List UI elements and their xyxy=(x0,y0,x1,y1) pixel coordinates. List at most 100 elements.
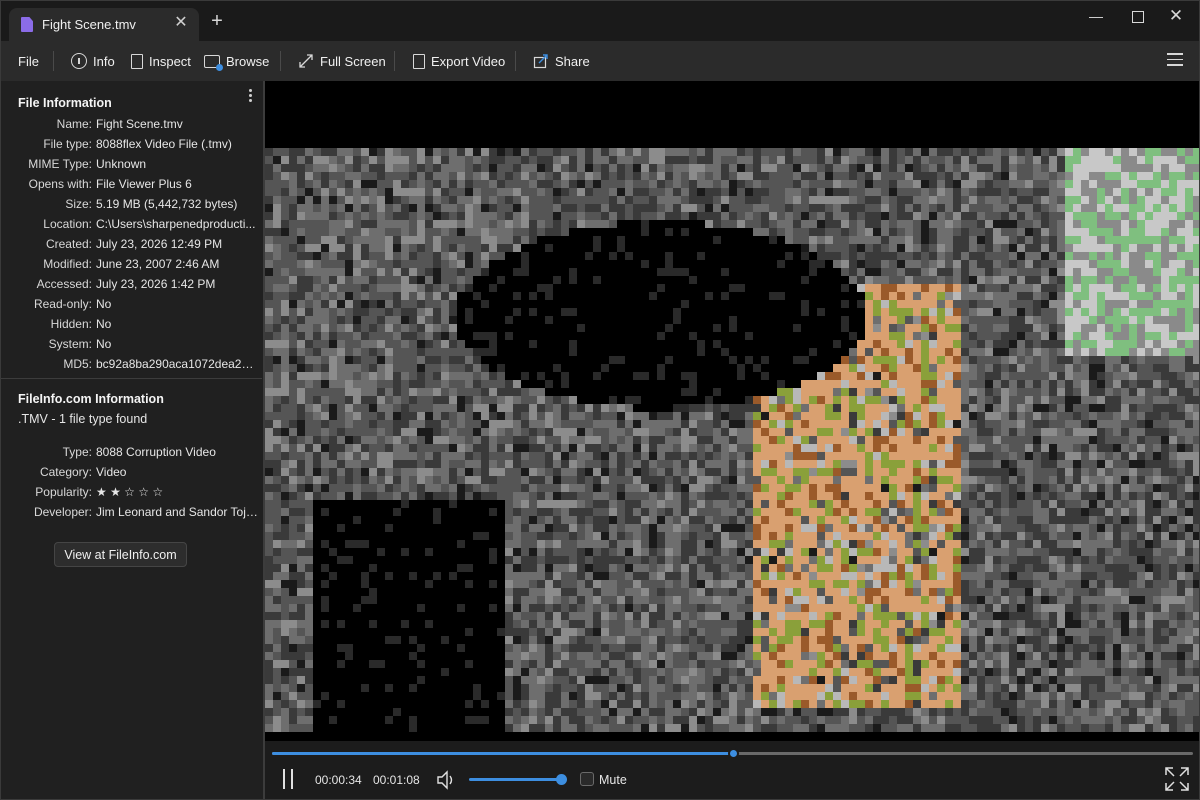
info-key: Name: xyxy=(56,117,92,131)
more-options-icon[interactable] xyxy=(247,89,253,105)
info-value: ★ ★ ☆ ☆ ☆ xyxy=(96,485,164,499)
file-tab[interactable]: Fight Scene.tmv ✕ xyxy=(9,8,199,41)
info-value: 5.19 MB (5,442,732 bytes) xyxy=(96,197,238,211)
playback-controls: 00:00:34 00:01:08 Mute xyxy=(265,741,1199,799)
pause-button[interactable] xyxy=(281,769,295,789)
export-video-label: Export Video xyxy=(431,53,506,69)
info-key: Popularity: xyxy=(35,485,92,499)
export-icon xyxy=(413,53,425,69)
file-menu-label: File xyxy=(18,53,39,69)
info-value: 8088flex Video File (.tmv) xyxy=(96,137,232,151)
volume-slider[interactable] xyxy=(469,774,567,785)
expand-icon xyxy=(298,53,314,69)
info-value: Fight Scene.tmv xyxy=(96,117,183,131)
video-frame-image xyxy=(265,148,1199,732)
info-value: Video xyxy=(96,465,127,479)
info-key: Developer: xyxy=(33,505,92,519)
section-divider xyxy=(1,378,262,379)
volume-icon[interactable] xyxy=(435,769,457,791)
info-value: July 23, 2026 1:42 PM xyxy=(96,277,216,291)
info-value: C:\Users\sharpenedproducti... xyxy=(96,217,256,231)
info-value: Unknown xyxy=(96,157,147,171)
info-key: Opens with: xyxy=(28,177,92,191)
fullscreen-toggle-icon[interactable] xyxy=(1164,766,1190,792)
inspect-button[interactable]: Inspect xyxy=(131,41,191,81)
info-value: bc92a8ba290aca1072dea24cd... xyxy=(96,357,258,371)
mute-checkbox[interactable] xyxy=(580,772,594,786)
fileinfo-com-title: FileInfo.com Information xyxy=(18,392,164,406)
info-key: Size: xyxy=(65,197,92,211)
app-window: Fight Scene.tmv ✕ + — ✕ File Info Inspec… xyxy=(0,0,1200,800)
info-row: Name: Fight Scene.tmv xyxy=(1,117,262,137)
new-tab-button[interactable]: + xyxy=(207,11,227,32)
title-bar: Fight Scene.tmv ✕ + — ✕ xyxy=(1,1,1199,41)
file-information-title: File Information xyxy=(18,96,112,110)
info-key: Type: xyxy=(62,445,92,459)
info-row: Location: C:\Users\sharpenedproducti... xyxy=(1,217,262,237)
info-row: System: No xyxy=(1,337,262,357)
seek-handle[interactable] xyxy=(727,748,739,759)
volume-handle[interactable] xyxy=(556,774,567,785)
video-viewport[interactable] xyxy=(265,81,1199,741)
toolbar-separator xyxy=(515,51,516,71)
info-key: Accessed: xyxy=(36,277,92,291)
info-row: MD5: bc92a8ba290aca1072dea24cd... xyxy=(1,357,262,377)
info-row: File type: 8088flex Video File (.tmv) xyxy=(1,137,262,157)
info-row: Developer: Jim Leonard and Sandor Tojz... xyxy=(1,505,262,525)
minimize-button[interactable]: — xyxy=(1073,1,1119,33)
toolbar-separator xyxy=(53,51,54,71)
info-row: Accessed: July 23, 2026 1:42 PM xyxy=(1,277,262,297)
info-key: File type: xyxy=(43,137,92,151)
share-label: Share xyxy=(555,53,590,69)
maximize-icon xyxy=(1132,11,1144,24)
info-row: Hidden: No xyxy=(1,317,262,337)
info-row: Created: July 23, 2026 12:49 PM xyxy=(1,237,262,257)
toolbar-separator xyxy=(394,51,395,71)
info-value: No xyxy=(96,337,112,351)
info-row: Opens with: File Viewer Plus 6 xyxy=(1,177,262,197)
toolbar-separator xyxy=(280,51,281,71)
info-key: Location: xyxy=(43,217,92,231)
info-button[interactable]: Info xyxy=(71,41,115,81)
file-types-found: .TMV - 1 file type found xyxy=(18,412,148,426)
view-at-fileinfo-button[interactable]: View at FileInfo.com xyxy=(54,542,187,567)
info-row: Size: 5.19 MB (5,442,732 bytes) xyxy=(1,197,262,217)
info-key: System: xyxy=(48,337,92,351)
info-value: July 23, 2026 12:49 PM xyxy=(96,237,223,251)
info-value: No xyxy=(96,317,112,331)
toolbar: File Info Inspect Browse Full Screen Exp… xyxy=(1,41,1199,81)
duration: 00:01:08 xyxy=(373,773,420,787)
seek-bar[interactable] xyxy=(272,748,1193,759)
info-key: Category: xyxy=(39,465,92,479)
info-value: 8088 Corruption Video xyxy=(96,445,216,459)
current-time: 00:00:34 xyxy=(315,773,362,787)
browse-button[interactable]: Browse xyxy=(204,41,269,81)
browse-folder-icon xyxy=(204,54,223,71)
browse-label: Browse xyxy=(226,53,270,69)
info-value: Jim Leonard and Sandor Tojz... xyxy=(96,505,258,519)
info-key: Hidden: xyxy=(50,317,92,331)
info-value: June 23, 2007 2:46 AM xyxy=(96,257,220,271)
file-menu-button[interactable]: File xyxy=(18,41,39,81)
pause-icon xyxy=(283,769,285,789)
info-key: Created: xyxy=(45,237,92,251)
tab-title: Fight Scene.tmv xyxy=(42,17,136,32)
info-value: File Viewer Plus 6 xyxy=(96,177,192,191)
full-screen-label: Full Screen xyxy=(320,53,386,69)
inspect-icon xyxy=(131,53,143,69)
export-video-button[interactable]: Export Video xyxy=(413,41,505,81)
info-row: Type: 8088 Corruption Video xyxy=(1,445,262,465)
tab-close-button[interactable]: ✕ xyxy=(173,14,189,32)
full-screen-button[interactable]: Full Screen xyxy=(298,41,386,81)
info-row: Modified: June 23, 2007 2:46 AM xyxy=(1,257,262,277)
mute-label: Mute xyxy=(599,773,627,787)
info-row: Read-only: No xyxy=(1,297,262,317)
seek-progress xyxy=(272,752,733,755)
info-key: Modified: xyxy=(43,257,92,271)
share-button[interactable]: Share xyxy=(533,41,590,81)
info-row: Popularity: ★ ★ ☆ ☆ ☆ xyxy=(1,485,262,505)
share-icon xyxy=(533,53,549,69)
close-window-button[interactable]: ✕ xyxy=(1153,1,1199,33)
info-row: Category: Video xyxy=(1,465,262,485)
hamburger-menu-icon[interactable] xyxy=(1167,53,1183,67)
